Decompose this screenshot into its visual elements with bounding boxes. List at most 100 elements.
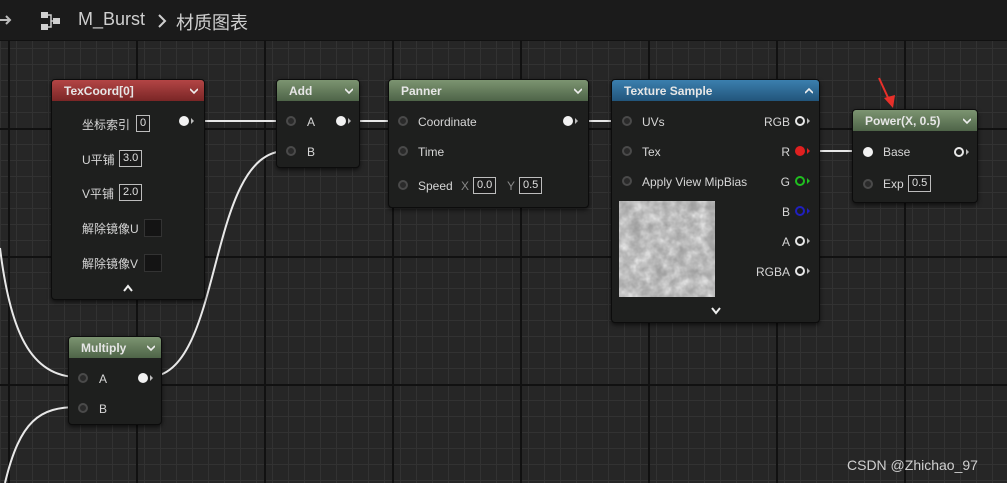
panner-coordinate-label: Coordinate bbox=[418, 115, 477, 129]
chevron-right-icon bbox=[158, 14, 167, 28]
v-tiling-field[interactable]: 2.0 bbox=[119, 184, 143, 201]
multiply-node[interactable]: Multiply A B bbox=[68, 336, 162, 425]
texture-rgb-label: RGB bbox=[763, 115, 790, 129]
chevron-down-icon[interactable] bbox=[963, 117, 971, 125]
add-output-pin[interactable] bbox=[336, 116, 346, 126]
watermark: CSDN @Zhichao_97 bbox=[847, 457, 978, 473]
panner-speed-pin[interactable] bbox=[398, 180, 408, 190]
texture-mipbias-label: Apply View MipBias bbox=[642, 175, 748, 189]
panner-output-pin[interactable] bbox=[563, 116, 573, 126]
multiply-title: Multiply bbox=[81, 340, 127, 355]
texture-r-label: R bbox=[781, 145, 790, 159]
multiply-output-pin[interactable] bbox=[138, 373, 148, 383]
texture-uvs-pin[interactable] bbox=[622, 116, 632, 126]
power-exp-field[interactable]: 0.5 bbox=[908, 175, 932, 192]
multiply-b-pin[interactable] bbox=[78, 403, 88, 413]
multiply-b-label: B bbox=[99, 402, 108, 416]
material-graph-canvas[interactable]: M_Burst 材质图表 TexCoord[0] 坐标索引 0 U平铺 3.0 … bbox=[0, 0, 1007, 483]
texture-g-arrow bbox=[807, 178, 810, 184]
power-base-pin[interactable] bbox=[863, 147, 873, 157]
chevron-down-icon[interactable] bbox=[190, 87, 198, 95]
texture-b-pin[interactable] bbox=[795, 206, 805, 216]
arrow-right-icon[interactable] bbox=[0, 13, 14, 27]
chevron-up-icon[interactable] bbox=[805, 87, 813, 95]
texture-tex-label: Tex bbox=[642, 145, 661, 159]
power-output-arrow bbox=[966, 149, 969, 155]
texture-sample-header[interactable]: Texture Sample bbox=[612, 80, 819, 101]
multiply-a-pin[interactable] bbox=[78, 373, 88, 383]
v-tiling-label: V平铺 bbox=[82, 187, 115, 201]
add-output-arrow bbox=[348, 118, 351, 124]
unmirror-u-label: 解除镜像U bbox=[82, 222, 139, 236]
multiply-header[interactable]: Multiply bbox=[69, 337, 161, 358]
texture-g-pin[interactable] bbox=[795, 176, 805, 186]
chevron-down-icon[interactable] bbox=[345, 87, 353, 95]
texture-r-pin[interactable] bbox=[795, 146, 805, 156]
breadcrumb-asset[interactable]: M_Burst bbox=[78, 9, 145, 30]
texture-rgba-arrow bbox=[807, 268, 810, 274]
panner-x-field[interactable]: 0.0 bbox=[473, 177, 497, 194]
texture-rgb-arrow bbox=[807, 118, 810, 124]
add-a-pin[interactable] bbox=[286, 116, 296, 126]
coord-index-label: 坐标索引 bbox=[82, 118, 131, 132]
texture-r-arrow bbox=[807, 148, 810, 154]
texture-a-label: A bbox=[781, 235, 790, 249]
add-b-label: B bbox=[307, 145, 316, 159]
power-exp-pin[interactable] bbox=[863, 179, 873, 189]
power-exp-label: Exp bbox=[883, 177, 904, 191]
coord-index-field[interactable]: 0 bbox=[136, 115, 151, 132]
add-a-label: A bbox=[307, 115, 316, 129]
add-title: Add bbox=[289, 83, 313, 98]
texture-rgba-pin[interactable] bbox=[795, 266, 805, 276]
power-title: Power(X, 0.5) bbox=[865, 113, 941, 128]
texture-sample-node[interactable]: Texture Sample UVs Tex Apply View MipBia… bbox=[611, 79, 820, 323]
panner-coordinate-pin[interactable] bbox=[398, 116, 408, 126]
panner-node[interactable]: Panner Coordinate Time Speed X 0.0 Y 0.5 bbox=[388, 79, 589, 208]
graph-icon bbox=[41, 12, 60, 30]
power-header[interactable]: Power(X, 0.5) bbox=[853, 110, 977, 131]
texture-uvs-label: UVs bbox=[642, 115, 665, 129]
panner-y-label: Y bbox=[507, 179, 516, 193]
breadcrumb-bar: M_Burst 材质图表 bbox=[0, 0, 1007, 41]
texture-preview-thumbnail bbox=[619, 201, 715, 297]
unmirror-u-checkbox[interactable] bbox=[144, 219, 162, 237]
chevron-down-icon[interactable] bbox=[574, 87, 582, 95]
chevron-down-icon[interactable] bbox=[147, 344, 155, 352]
add-b-pin[interactable] bbox=[286, 146, 296, 156]
multiply-a-label: A bbox=[99, 372, 108, 386]
annotation-arrow-icon bbox=[878, 77, 895, 108]
texcoord-title: TexCoord[0] bbox=[64, 83, 134, 98]
panner-title: Panner bbox=[401, 83, 442, 98]
texture-mipbias-pin[interactable] bbox=[622, 176, 632, 186]
u-tiling-field[interactable]: 3.0 bbox=[119, 150, 143, 167]
panner-y-field[interactable]: 0.5 bbox=[519, 177, 543, 194]
texcoord-output-arrow bbox=[191, 118, 194, 124]
texcoord-node[interactable]: TexCoord[0] 坐标索引 0 U平铺 3.0 V平铺 2.0 解除镜像U… bbox=[51, 79, 205, 300]
chevron-down-icon[interactable] bbox=[711, 307, 721, 315]
texture-sample-title: Texture Sample bbox=[624, 83, 713, 98]
panner-header[interactable]: Panner bbox=[389, 80, 588, 101]
chevron-up-icon[interactable] bbox=[123, 284, 133, 292]
texture-b-arrow bbox=[807, 208, 810, 214]
texture-a-pin[interactable] bbox=[795, 236, 805, 246]
power-output-pin[interactable] bbox=[954, 147, 964, 157]
power-base-label: Base bbox=[883, 145, 911, 159]
power-node[interactable]: Power(X, 0.5) Base Exp 0.5 bbox=[852, 109, 978, 203]
breadcrumb-section: 材质图表 bbox=[176, 13, 248, 34]
texture-g-label: G bbox=[780, 175, 790, 189]
u-tiling-label: U平铺 bbox=[82, 153, 115, 167]
panner-time-pin[interactable] bbox=[398, 146, 408, 156]
texture-tex-pin[interactable] bbox=[622, 146, 632, 156]
multiply-output-arrow bbox=[150, 375, 153, 381]
add-header[interactable]: Add bbox=[277, 80, 359, 101]
add-node[interactable]: Add A B bbox=[276, 79, 360, 168]
panner-output-arrow bbox=[575, 118, 578, 124]
panner-x-label: X bbox=[461, 179, 470, 193]
panner-time-label: Time bbox=[418, 145, 445, 159]
texcoord-output-pin[interactable] bbox=[179, 116, 189, 126]
texture-b-label: B bbox=[781, 205, 790, 219]
texture-rgb-pin[interactable] bbox=[795, 116, 805, 126]
texcoord-header[interactable]: TexCoord[0] bbox=[52, 80, 204, 101]
unmirror-v-label: 解除镜像V bbox=[82, 257, 139, 271]
unmirror-v-checkbox[interactable] bbox=[144, 254, 162, 272]
